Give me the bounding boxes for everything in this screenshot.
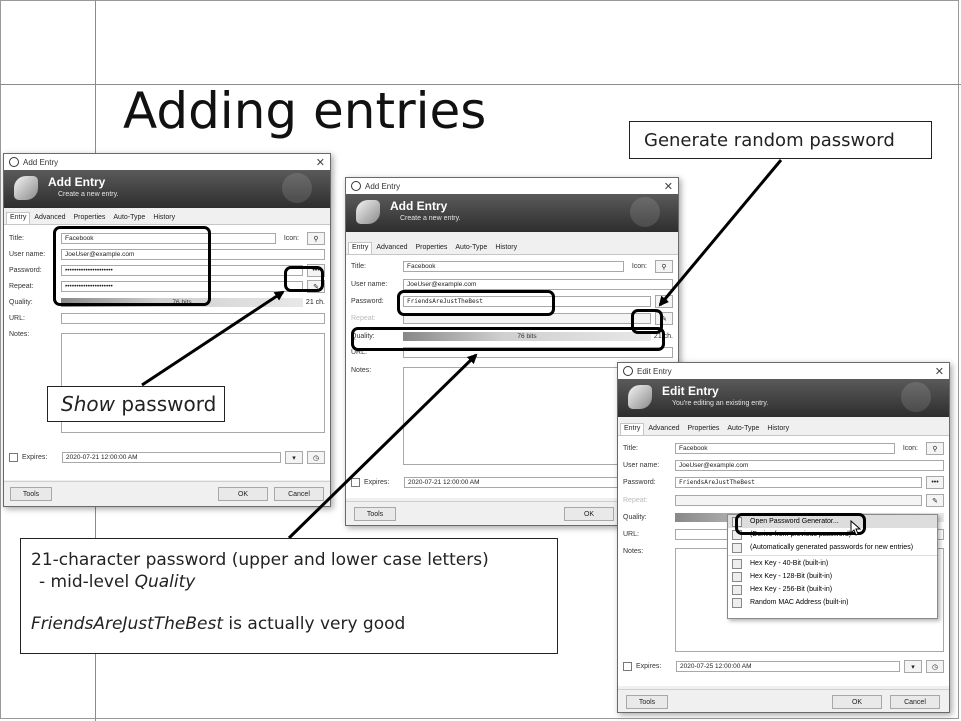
callout-show-rest: password (114, 392, 217, 416)
callout-line-2: - mid-level Quality (31, 571, 547, 593)
arrow-show-password (141, 290, 285, 387)
callout-line-3-em: FriendsAreJustTheBest (31, 614, 224, 634)
arrow-quality (287, 353, 478, 540)
callout-password-explanation: 21-character password (upper and lower c… (20, 538, 558, 654)
arrow-generate (658, 159, 783, 307)
callout-line-3-text: is actually very good (223, 614, 406, 634)
callout-line-3: FriendsAreJustTheBest is actually very g… (31, 613, 547, 635)
callout-line-2-em: Quality (134, 572, 196, 592)
callout-show-em: Show (61, 392, 115, 416)
callout-generate-text: Generate random password (644, 129, 895, 151)
callout-line-1: 21-character password (upper and lower c… (31, 550, 489, 570)
callout-line-2-text: - mid-level (39, 572, 135, 592)
mouse-cursor-icon (850, 520, 862, 536)
callout-generate-random-password: Generate random password (629, 121, 932, 159)
callout-show-password: Show password (47, 386, 225, 422)
